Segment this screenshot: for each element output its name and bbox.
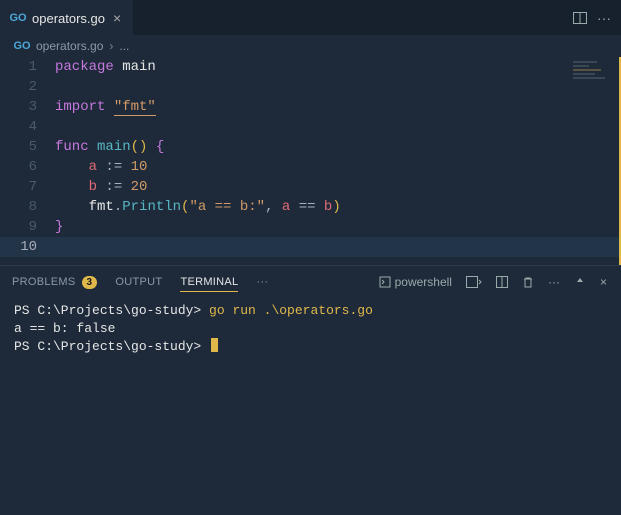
- line-number: 7: [0, 177, 55, 197]
- go-file-icon: GO: [14, 38, 30, 54]
- code-content: fmt.Println("a == b:", a == b): [55, 197, 341, 217]
- panel-tabs: PROBLEMS 3 OUTPUT TERMINAL ··· powershel…: [0, 266, 621, 298]
- maximize-panel-icon[interactable]: [572, 274, 588, 290]
- panel-actions: powershell ··· ×: [377, 273, 609, 291]
- line-number: 5: [0, 137, 55, 157]
- tab-output[interactable]: OUTPUT: [115, 276, 162, 288]
- panel-more-icon[interactable]: ···: [546, 273, 562, 291]
- tab-terminal[interactable]: TERMINAL: [180, 276, 238, 292]
- code-content: func main() {: [55, 137, 164, 157]
- trash-icon[interactable]: [520, 274, 536, 290]
- code-line: 7 b := 20: [0, 177, 619, 197]
- close-icon[interactable]: ×: [111, 10, 123, 26]
- line-number: 3: [0, 97, 55, 117]
- line-number: 4: [0, 117, 55, 137]
- tab-problems[interactable]: PROBLEMS 3: [12, 276, 97, 289]
- more-actions-icon[interactable]: ···: [597, 10, 611, 26]
- tab-filename: operators.go: [32, 11, 105, 26]
- terminal-output[interactable]: PS C:\Projects\go-study> go run .\operat…: [0, 298, 621, 515]
- terminal-line: PS C:\Projects\go-study> go run .\operat…: [14, 302, 607, 320]
- code-line: 9}: [0, 217, 619, 237]
- close-panel-icon[interactable]: ×: [598, 273, 609, 291]
- shell-selector[interactable]: powershell: [377, 273, 454, 291]
- split-terminal-icon[interactable]: [494, 274, 510, 290]
- code-content: b := 20: [55, 177, 147, 197]
- go-file-icon: GO: [10, 10, 26, 26]
- code-line: 2: [0, 77, 619, 97]
- breadcrumb-filename: operators.go: [36, 39, 103, 53]
- problems-count-badge: 3: [82, 276, 98, 289]
- tab-output-label: OUTPUT: [115, 276, 162, 288]
- bottom-panel: PROBLEMS 3 OUTPUT TERMINAL ··· powershel…: [0, 265, 621, 515]
- tabbar-actions: ···: [563, 0, 621, 35]
- code-content: a := 10: [55, 157, 147, 177]
- line-number: 1: [0, 57, 55, 77]
- minimap[interactable]: [573, 61, 613, 85]
- code-line: 10: [0, 237, 619, 257]
- tab-operators-go[interactable]: GO operators.go ×: [0, 0, 133, 35]
- code-line: 8 fmt.Println("a == b:", a == b): [0, 197, 619, 217]
- breadcrumb-more: ...: [119, 39, 129, 53]
- code-content: }: [55, 217, 63, 237]
- line-number: 2: [0, 77, 55, 97]
- code-line: 6 a := 10: [0, 157, 619, 177]
- editor-tabbar: GO operators.go × ···: [0, 0, 621, 35]
- code-content: import "fmt": [55, 97, 156, 117]
- line-number: 10: [0, 237, 55, 257]
- new-terminal-icon[interactable]: [464, 274, 484, 290]
- tab-terminal-label: TERMINAL: [180, 276, 238, 288]
- line-number: 6: [0, 157, 55, 177]
- terminal-line: PS C:\Projects\go-study>: [14, 338, 607, 356]
- shell-name: powershell: [395, 275, 452, 289]
- code-line: 5func main() {: [0, 137, 619, 157]
- tab-problems-label: PROBLEMS: [12, 276, 76, 288]
- code-line: 1package main: [0, 57, 619, 77]
- split-editor-icon[interactable]: [573, 11, 587, 25]
- code-line: 3import "fmt": [0, 97, 619, 117]
- code-content: package main: [55, 57, 156, 77]
- code-line: 4: [0, 117, 619, 137]
- terminal-line: a == b: false: [14, 320, 607, 338]
- panel-more[interactable]: ···: [256, 276, 268, 288]
- chevron-right-icon: ›: [109, 39, 113, 53]
- line-number: 8: [0, 197, 55, 217]
- more-icon: ···: [256, 276, 268, 288]
- line-number: 9: [0, 217, 55, 237]
- breadcrumb[interactable]: GO operators.go › ...: [0, 35, 621, 57]
- terminal-cursor: [211, 338, 218, 352]
- tabs-container: GO operators.go ×: [0, 0, 133, 35]
- code-editor[interactable]: 1package main23import "fmt"45func main()…: [0, 57, 621, 265]
